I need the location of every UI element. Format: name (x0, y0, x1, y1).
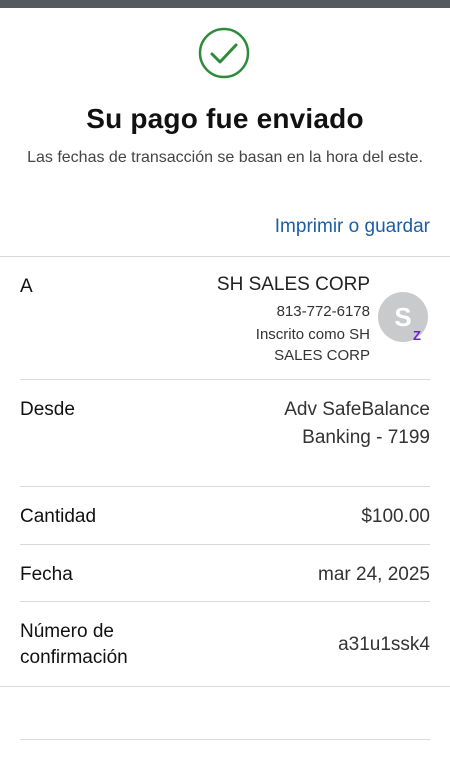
print-or-save-link[interactable]: Imprimir o guardar (275, 216, 430, 238)
recipient-label: A (20, 276, 33, 297)
from-label: Desde (20, 399, 75, 420)
divider (20, 379, 430, 380)
from-account: Adv SafeBalance Banking - 7199 (284, 399, 430, 448)
divider (0, 256, 450, 257)
page-title: Su pago fue enviado (86, 103, 364, 134)
confirmation-number: a31u1ssk4 (338, 634, 430, 655)
confirmation-label: Número de confirmación (20, 621, 128, 668)
divider (20, 544, 430, 545)
divider (20, 486, 430, 487)
zelle-badge-icon: Z (413, 328, 421, 343)
recipient-phone: 813-772-6178 (276, 303, 370, 320)
divider (0, 686, 450, 687)
checkmark-circle-icon (198, 27, 250, 79)
divider (20, 601, 430, 602)
status-bar (0, 0, 450, 8)
date-label: Fecha (20, 564, 73, 585)
recipient-name: SH SALES CORP (216, 274, 370, 295)
recipient-enrolled-as: Inscrito como SH SALES CORP (255, 326, 370, 364)
date-value: mar 24, 2025 (318, 564, 430, 585)
timezone-note: Las fechas de transacción se basan en la… (27, 149, 423, 166)
divider (20, 739, 430, 740)
amount-value: $100.00 (361, 506, 430, 527)
avatar-initial: S (394, 301, 412, 332)
amount-label: Cantidad (20, 506, 97, 527)
